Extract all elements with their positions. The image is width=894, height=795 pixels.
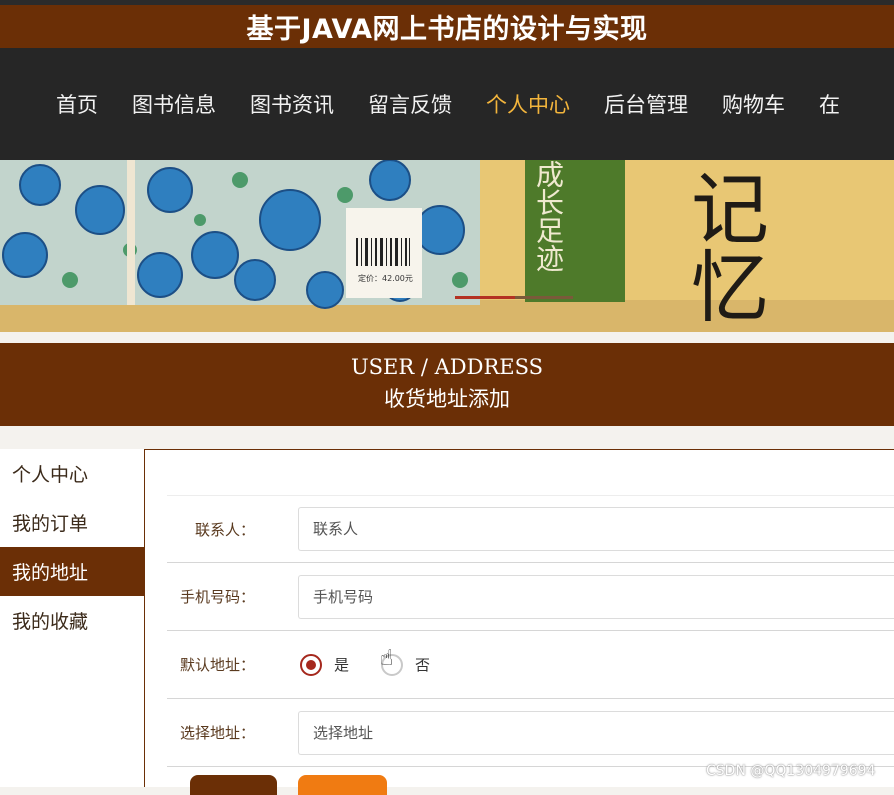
banner-memory-text: 记忆 xyxy=(678,168,768,324)
main-navigation: 首页 图书信息 图书资讯 留言反馈 个人中心 后台管理 购物车 在 xyxy=(0,48,894,160)
banner-image: 成长足迹 记忆 定价：42.00元 xyxy=(0,160,894,332)
banner-title-text: 成长足迹 xyxy=(532,160,565,272)
contact-label: 联系人： xyxy=(194,520,255,539)
site-title-bar: 基于JAVA网上书店的设计与实现 xyxy=(0,5,894,48)
default-no-label[interactable]: 否 xyxy=(415,654,430,675)
sidebar-item-address[interactable]: 我的地址 xyxy=(0,547,144,596)
sidebar-item-favorites[interactable]: 我的收藏 xyxy=(0,596,144,645)
nav-book-news[interactable]: 图书资讯 xyxy=(250,89,334,119)
nav-more-truncated[interactable]: 在 xyxy=(819,89,840,119)
address-form: 联系人： 手机号码： 默认地址： 是 否 选择地址： xyxy=(167,495,894,767)
default-address-row: 默认地址： 是 否 xyxy=(167,631,894,699)
site-title: 基于JAVA网上书店的设计与实现 xyxy=(246,14,648,45)
section-title-en: USER / ADDRESS xyxy=(350,355,544,379)
default-address-radio-group: 是 否 xyxy=(300,653,430,676)
banner-price-text: 定价：42.00元 xyxy=(358,274,413,283)
sidebar-item-personal-center[interactable]: 个人中心 xyxy=(0,449,144,498)
csdn-watermark: CSDN @QQ1304979694 xyxy=(706,763,876,779)
address-select-label: 选择地址： xyxy=(179,724,255,742)
section-title-cn: 收货地址添加 xyxy=(384,387,510,411)
sidebar-item-orders[interactable]: 我的订单 xyxy=(0,498,144,547)
default-address-label: 默认地址： xyxy=(179,656,255,674)
nav-book-info[interactable]: 图书信息 xyxy=(132,89,216,119)
default-yes-label[interactable]: 是 xyxy=(334,654,349,675)
nav-personal-center[interactable]: 个人中心 xyxy=(486,89,570,119)
address-select-input[interactable] xyxy=(298,710,894,755)
nav-cart[interactable]: 购物车 xyxy=(722,89,785,119)
address-select-row: 选择地址： xyxy=(167,699,894,767)
address-form-panel: 联系人： 手机号码： 默认地址： 是 否 选择地址： xyxy=(144,449,894,787)
phone-label: 手机号码： xyxy=(179,588,255,606)
nav-admin[interactable]: 后台管理 xyxy=(604,89,688,119)
submit-button[interactable] xyxy=(190,775,277,795)
phone-input[interactable] xyxy=(298,574,894,619)
hand-pointer-icon: ☝ xyxy=(380,646,394,671)
nav-home[interactable]: 首页 xyxy=(56,89,98,119)
contact-row: 联系人： xyxy=(167,495,894,563)
section-header: USER / ADDRESS 收货地址添加 xyxy=(0,343,894,426)
reset-button[interactable] xyxy=(298,775,387,795)
phone-row: 手机号码： xyxy=(167,563,894,631)
default-yes-radio[interactable] xyxy=(300,653,322,676)
contact-input[interactable] xyxy=(298,507,894,551)
nav-feedback[interactable]: 留言反馈 xyxy=(368,89,452,119)
user-sidebar: 个人中心 我的订单 我的地址 我的收藏 xyxy=(0,449,144,787)
